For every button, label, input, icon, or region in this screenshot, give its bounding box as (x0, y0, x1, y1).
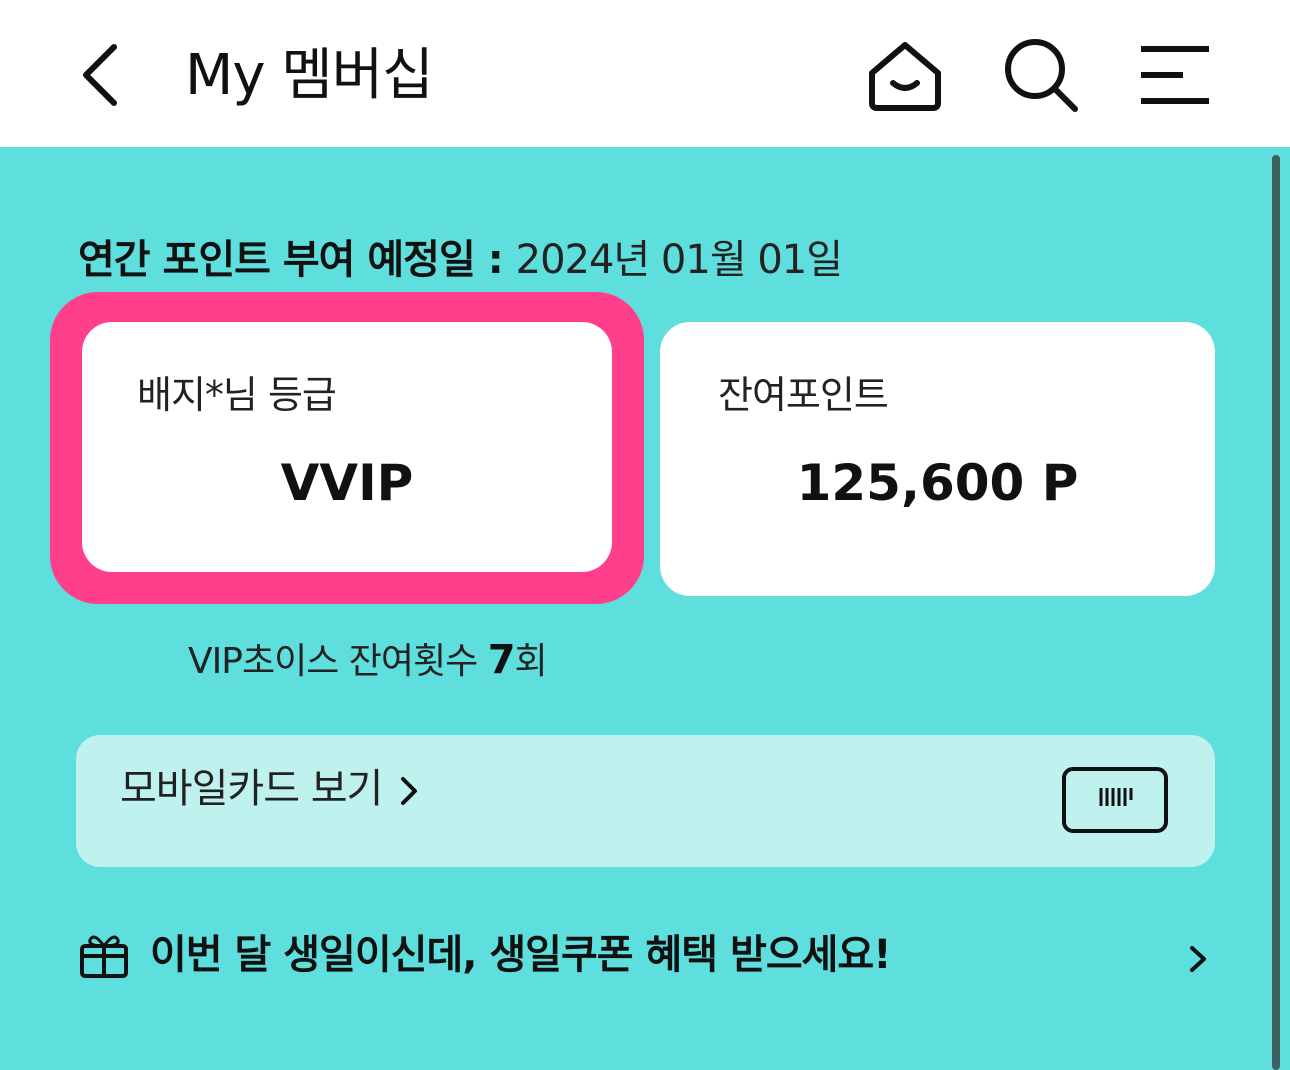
birthday-coupon-banner[interactable]: 이번 달 생일이신데, 생일쿠폰 혜택 받으세요! (78, 918, 1218, 992)
points-schedule: 연간 포인트 부여 예정일 : 2024년 01월 01일 (78, 230, 843, 290)
grade-label: 배지*님 등급 (137, 373, 337, 417)
points-card[interactable]: 잔여포인트 125,600 P (660, 322, 1215, 596)
vip-choice-remaining: VIP초이스 잔여횟수 7회 (188, 632, 548, 690)
search-button[interactable] (998, 32, 1084, 118)
schedule-date: 2024년 01월 01일 (515, 237, 843, 283)
home-icon (869, 42, 941, 111)
back-button[interactable] (60, 30, 140, 120)
birthday-text: 이번 달 생일이신데, 생일쿠폰 혜택 받으세요! (150, 932, 891, 978)
chevron-right-icon (401, 777, 417, 805)
vip-choice-count: 7 (487, 637, 516, 683)
app-header: My 멤버십 (0, 0, 1290, 147)
grade-value: VVIP (280, 454, 414, 512)
search-icon (1005, 39, 1078, 112)
points-value: 125,600 P (796, 454, 1079, 512)
schedule-label: 연간 포인트 부여 예정일 : (78, 237, 516, 283)
menu-button[interactable] (1132, 32, 1218, 118)
mobile-card-button[interactable]: 모바일카드 보기 (76, 735, 1215, 867)
barcode-icon (1062, 767, 1168, 833)
scrollbar[interactable] (1272, 155, 1280, 1070)
chevron-right-icon (1190, 946, 1206, 972)
grade-card[interactable]: 배지*님 등급 VVIP (82, 322, 612, 572)
mobile-card-label: 모바일카드 보기 (120, 766, 383, 812)
gift-icon (80, 935, 128, 978)
page-title: My 멤버십 (185, 43, 434, 108)
chevron-left-icon (83, 44, 117, 106)
vip-choice-suffix: 회 (514, 641, 548, 682)
hamburger-menu-icon (1141, 46, 1209, 104)
points-label: 잔여포인트 (718, 373, 889, 417)
vip-choice-prefix: VIP초이스 잔여횟수 (188, 641, 488, 682)
home-button[interactable] (862, 32, 948, 118)
